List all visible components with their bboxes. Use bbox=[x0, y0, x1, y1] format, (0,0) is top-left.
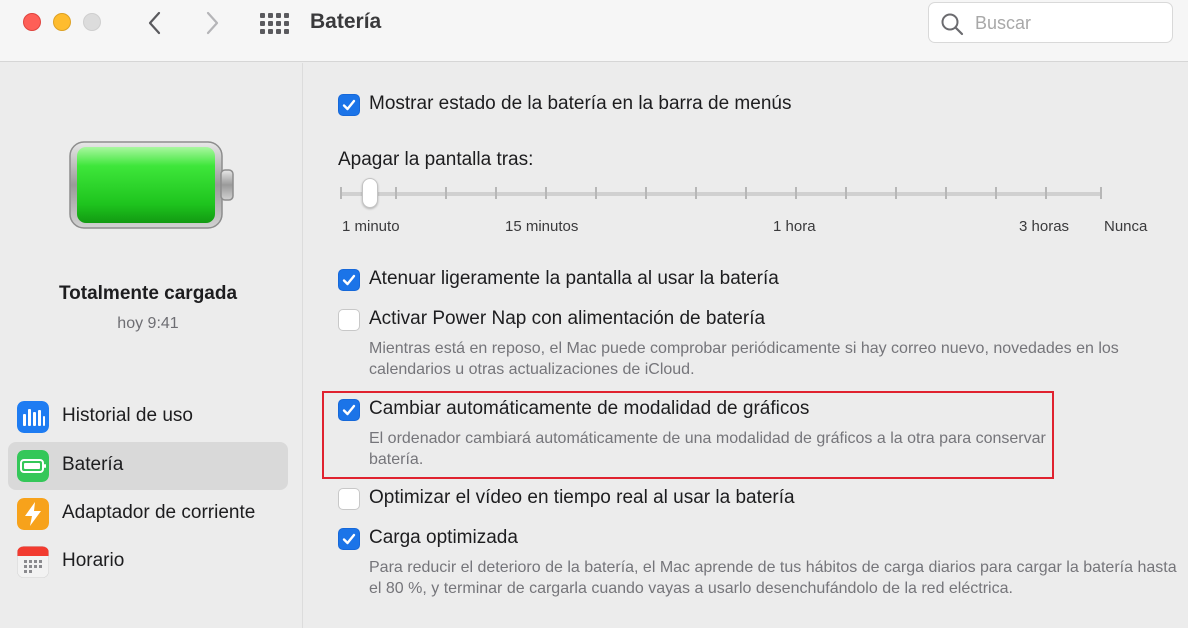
zoom-window-button[interactable] bbox=[83, 13, 101, 31]
grid-icon bbox=[260, 13, 289, 34]
tick-label-3-hours: 3 horas bbox=[1019, 218, 1070, 235]
graphics-switching-label: Cambiar automáticamente de modalidad de … bbox=[369, 398, 810, 419]
slider-tick bbox=[1045, 187, 1047, 199]
checkmark-icon bbox=[342, 404, 356, 416]
checkmark-icon bbox=[342, 533, 356, 545]
slider-tick bbox=[745, 187, 747, 199]
back-button[interactable] bbox=[144, 10, 168, 36]
search-icon bbox=[941, 13, 964, 36]
show-status-label: Mostrar estado de la batería en la barra… bbox=[369, 93, 792, 114]
title-bar: Batería bbox=[0, 0, 1188, 62]
checkmark-icon bbox=[342, 274, 356, 286]
sidebar-item-battery[interactable]: Batería bbox=[8, 442, 288, 490]
tick-label-never: Nunca bbox=[1104, 218, 1148, 235]
battery-status-time: hoy 9:41 bbox=[117, 315, 179, 332]
checkmark-icon bbox=[342, 99, 356, 111]
slider-tick bbox=[895, 187, 897, 199]
battery-icon bbox=[17, 450, 49, 482]
chevron-right-icon bbox=[206, 11, 219, 35]
video-streaming-checkbox[interactable] bbox=[338, 488, 360, 510]
slider-tick bbox=[695, 187, 697, 199]
battery-settings-panel: Mostrar estado de la batería en la barra… bbox=[304, 63, 1188, 628]
calendar-icon bbox=[17, 546, 49, 578]
slider-tick bbox=[645, 187, 647, 199]
chevron-left-icon bbox=[148, 11, 161, 35]
slider-tick bbox=[545, 187, 547, 199]
slider-thumb[interactable] bbox=[362, 178, 378, 208]
sidebar-item-usage-history[interactable]: Historial de uso bbox=[8, 393, 288, 441]
sidebar-item-label: Horario bbox=[62, 550, 125, 571]
slider-tick bbox=[340, 187, 342, 199]
close-window-button[interactable] bbox=[23, 13, 41, 31]
slider-tick bbox=[595, 187, 597, 199]
graphics-switching-description: El ordenador cambiará automáticamente de… bbox=[369, 430, 1046, 468]
sidebar-item-label: Historial de uso bbox=[62, 405, 193, 426]
slider-tick bbox=[495, 187, 497, 199]
slider-tick bbox=[395, 187, 397, 199]
sidebar-item-power-adapter[interactable]: Adaptador de corriente bbox=[8, 490, 288, 538]
dim-display-label: Atenuar ligeramente la pantalla al usar … bbox=[369, 268, 779, 289]
power-nap-description: Mientras está en reposo, el Mac puede co… bbox=[369, 340, 1119, 378]
slider-tick bbox=[995, 187, 997, 199]
optimized-charging-label: Carga optimizada bbox=[369, 527, 518, 548]
battery-status-icon bbox=[69, 141, 234, 229]
tick-label-1-hour: 1 hora bbox=[773, 218, 816, 235]
battery-status-title: Totalmente cargada bbox=[58, 283, 238, 304]
show-all-button[interactable] bbox=[259, 12, 289, 34]
dim-display-checkbox[interactable] bbox=[338, 269, 360, 291]
optimized-charging-checkbox[interactable] bbox=[338, 528, 360, 550]
bar-chart-icon bbox=[17, 401, 49, 433]
window-title: Batería bbox=[310, 10, 382, 33]
slider-tick bbox=[445, 187, 447, 199]
search-field[interactable] bbox=[928, 2, 1173, 43]
slider-tick bbox=[945, 187, 947, 199]
sidebar-item-label: Batería bbox=[62, 454, 124, 475]
search-input[interactable] bbox=[975, 12, 1165, 34]
slider-tick bbox=[795, 187, 797, 199]
sidebar-item-label: Adaptador de corriente bbox=[62, 502, 256, 523]
forward-button[interactable] bbox=[200, 10, 224, 36]
tick-label-1-minute: 1 minuto bbox=[342, 218, 400, 235]
slider-tick bbox=[845, 187, 847, 199]
minimize-window-button[interactable] bbox=[53, 13, 71, 31]
lightning-icon bbox=[17, 498, 49, 530]
sidebar: Totalmente cargada hoy 9:41 Historial de… bbox=[0, 63, 303, 628]
optimized-charging-description: Para reducir el deterioro de la batería,… bbox=[369, 559, 1177, 597]
sidebar-item-schedule[interactable]: Horario bbox=[8, 538, 288, 586]
power-nap-checkbox[interactable] bbox=[338, 309, 360, 331]
tick-label-15-minutes: 15 minutos bbox=[505, 218, 579, 235]
slider-tick bbox=[1100, 187, 1102, 199]
graphics-switching-checkbox[interactable] bbox=[338, 399, 360, 421]
display-off-label: Apagar la pantalla tras: bbox=[338, 149, 534, 170]
power-nap-label: Activar Power Nap con alimentación de ba… bbox=[369, 308, 766, 329]
show-status-checkbox[interactable] bbox=[338, 94, 360, 116]
video-streaming-label: Optimizar el vídeo en tiempo real al usa… bbox=[369, 487, 795, 508]
slider-track[interactable] bbox=[340, 192, 1102, 196]
